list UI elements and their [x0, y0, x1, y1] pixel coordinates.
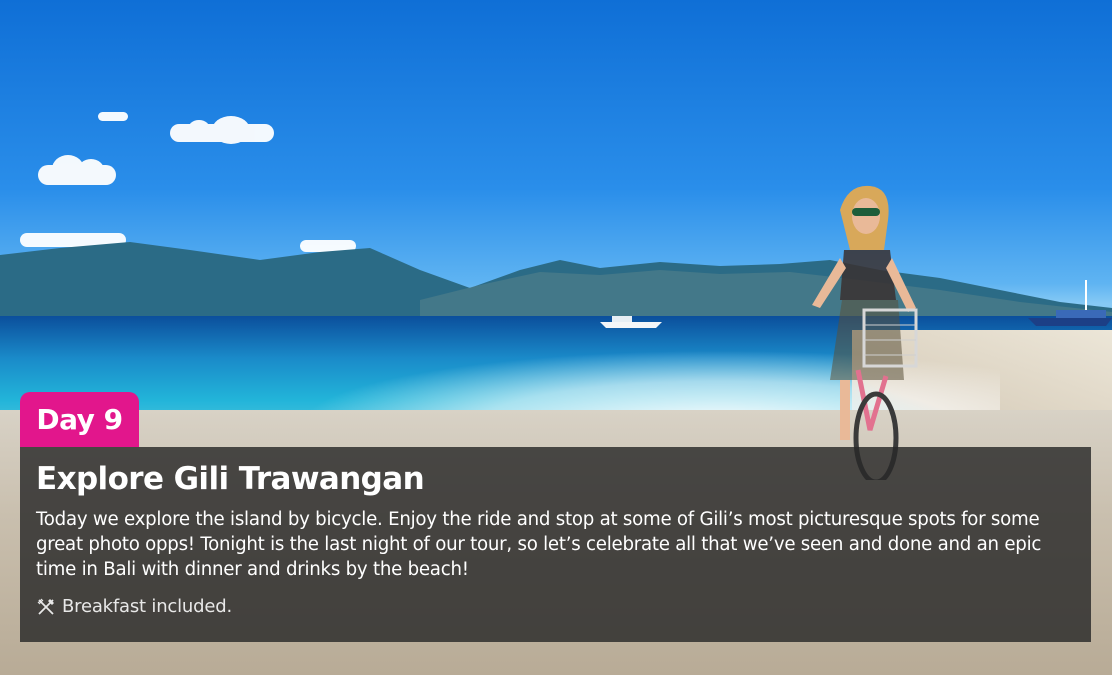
meals-info: Breakfast included. [36, 596, 1075, 617]
day-description: Today we explore the island by bicycle. … [36, 509, 1042, 580]
cloud [98, 112, 128, 121]
cyclist [812, 185, 918, 480]
hero-photo: Day 9 Explore Gili Trawangan Today we ex… [0, 0, 1112, 675]
day-title: Explore Gili Trawangan [36, 461, 425, 497]
boat [600, 316, 662, 328]
utensils-icon [37, 598, 54, 615]
cloud [170, 116, 274, 144]
cloud [38, 155, 116, 185]
meals-text: Breakfast included. [62, 596, 232, 617]
boat [1028, 280, 1112, 326]
day-badge: Day 9 [20, 392, 139, 447]
mountain-range [0, 242, 1112, 330]
itinerary-panel: Explore Gili Trawangan Today we explore … [20, 447, 1091, 642]
